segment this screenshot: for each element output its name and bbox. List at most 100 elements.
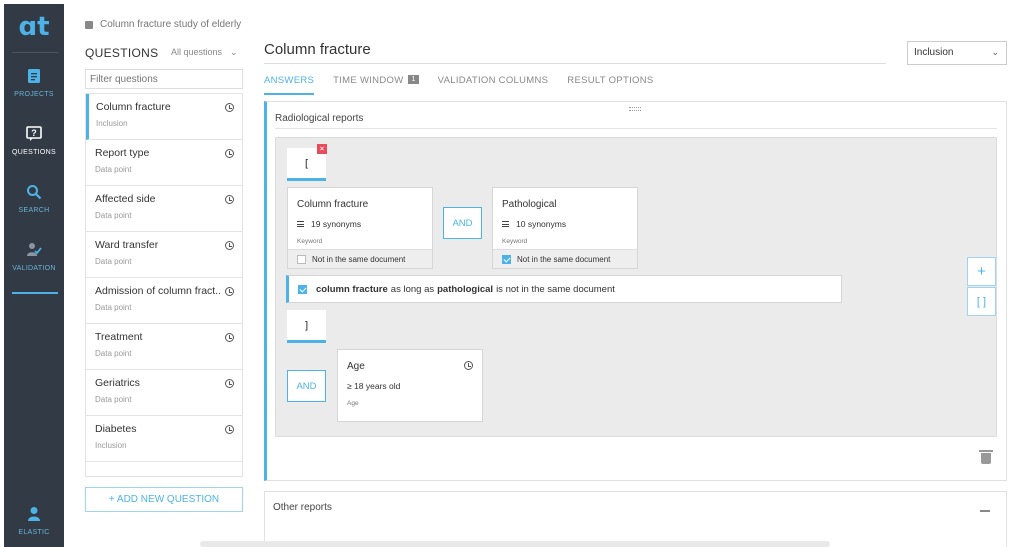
summary-term: column fracture xyxy=(316,283,388,295)
tab-validation-columns[interactable]: VALIDATION COLUMNS xyxy=(438,75,549,93)
question-item[interactable]: Geriatrics Data point xyxy=(86,370,242,416)
document-icon xyxy=(28,69,40,83)
synonyms-link[interactable]: 19 synonyms xyxy=(297,219,361,229)
question-icon: ? xyxy=(26,126,42,141)
count-badge: 1 xyxy=(408,75,419,84)
keyword-card-column-fracture[interactable]: Column fracture 19 synonyms Keyword Not … xyxy=(287,187,433,269)
summary-text: is not in the same document xyxy=(496,283,615,295)
question-item[interactable]: Report type Data point xyxy=(86,140,242,186)
question-item[interactable]: Diabetes Inclusion xyxy=(86,416,242,462)
bracket-symbol: [ xyxy=(303,156,310,170)
synonyms-link[interactable]: 10 synonyms xyxy=(502,219,566,229)
nav-item-label: VALIDATION xyxy=(12,265,56,272)
card-kind: Keyword xyxy=(297,238,323,245)
question-item[interactable]: Admission of column fract... Data point xyxy=(86,278,242,324)
nav-item-label: ELASTIC xyxy=(18,529,50,536)
questions-filter-value: All questions xyxy=(171,47,223,57)
add-condition-button[interactable]: + xyxy=(967,257,996,286)
nav-divider-accent xyxy=(12,292,58,294)
user-icon xyxy=(28,507,40,521)
question-title: Column fracture xyxy=(96,101,171,113)
nav-item-label: QUESTIONS xyxy=(12,149,56,156)
question-subtitle: Data point xyxy=(95,303,132,312)
keyword-card-pathological[interactable]: Pathological 10 synonyms Keyword Not in … xyxy=(492,187,638,269)
chevron-down-icon: ⌄ xyxy=(230,47,238,57)
tab-result-options[interactable]: RESULT OPTIONS xyxy=(567,75,653,93)
question-title: Report type xyxy=(95,147,150,159)
question-title: Ward transfer xyxy=(95,239,159,251)
card-title: Column fracture xyxy=(297,199,369,210)
app-logo[interactable]: ɑt xyxy=(4,12,64,42)
and-operator-button[interactable]: AND xyxy=(443,207,482,239)
questions-filter-select[interactable]: All questions ⌄ xyxy=(171,47,238,58)
age-card[interactable]: Age ≥ 18 years old Age xyxy=(337,349,483,422)
answer-panel: Radiological reports [ × Column fracture… xyxy=(264,101,1007,481)
question-item[interactable]: Column fracture Inclusion xyxy=(86,94,242,140)
card-title: Pathological xyxy=(502,199,557,210)
nav-item-user[interactable]: ELASTIC xyxy=(4,505,64,547)
question-title: Geriatrics xyxy=(95,377,140,389)
clock-icon xyxy=(225,379,234,388)
clock-icon xyxy=(225,103,234,112)
checkbox-checked[interactable] xyxy=(502,254,511,264)
question-subtitle: Data point xyxy=(95,257,132,266)
sidebar-nav: ɑt PROJECTS ? QUESTIONS SEARCH VALIDATIO… xyxy=(4,4,64,547)
study-title: Column fracture study of elderly xyxy=(100,19,242,30)
nav-item-projects[interactable]: PROJECTS xyxy=(4,67,64,117)
question-title: Treatment xyxy=(95,331,143,343)
chevron-down-icon: ⌄ xyxy=(991,47,999,57)
question-subtitle: Data point xyxy=(95,395,132,404)
card-kind: Age xyxy=(347,400,359,407)
clock-icon xyxy=(464,361,473,370)
add-bracket-button[interactable]: [ ] xyxy=(967,287,996,316)
clock-icon xyxy=(225,241,234,250)
nav-item-search[interactable]: SEARCH xyxy=(4,183,64,233)
card-kind: Keyword xyxy=(502,238,528,245)
question-item[interactable]: Ward transfer Data point xyxy=(86,232,242,278)
filter-questions-input[interactable] xyxy=(85,69,243,89)
clock-icon xyxy=(225,149,234,158)
close-bracket-block[interactable]: ] xyxy=(287,310,326,343)
not-same-document-toggle[interactable]: Not in the same document xyxy=(288,249,432,268)
questions-list: Column fracture Inclusion Report type Da… xyxy=(85,93,243,477)
panel-divider xyxy=(275,128,997,129)
question-subtitle: Data point xyxy=(95,349,132,358)
question-subtitle: Inclusion xyxy=(96,119,128,128)
scroll-shadow xyxy=(200,541,830,547)
study-breadcrumb[interactable]: Column fracture study of elderly xyxy=(85,19,241,30)
add-new-question-button[interactable]: + ADD NEW QUESTION xyxy=(85,487,243,512)
question-title: Admission of column fract... xyxy=(95,285,220,297)
drag-handle-icon[interactable] xyxy=(629,107,641,111)
age-value: ≥ 18 years old xyxy=(347,381,401,391)
card-title: Age xyxy=(347,361,365,372)
close-icon[interactable]: × xyxy=(317,144,327,154)
nav-item-questions[interactable]: ? QUESTIONS xyxy=(4,125,64,175)
clock-icon xyxy=(225,425,234,434)
page-title: Column fracture xyxy=(264,41,371,58)
title-divider xyxy=(264,63,886,64)
open-bracket-block[interactable]: [ × xyxy=(287,144,327,181)
not-same-document-toggle[interactable]: Not in the same document xyxy=(493,249,637,268)
condition-summary[interactable]: column fracture as long as pathological … xyxy=(286,275,842,303)
checkbox-checked[interactable] xyxy=(298,284,307,294)
questions-heading: QUESTIONS xyxy=(85,46,159,60)
trash-icon[interactable] xyxy=(979,450,993,464)
question-item[interactable]: Treatment Data point xyxy=(86,324,242,370)
tab-time-window[interactable]: TIME WINDOW 1 xyxy=(333,75,419,93)
summary-term: pathological xyxy=(437,283,494,295)
collapse-icon[interactable] xyxy=(980,510,990,512)
panel-title: Radiological reports xyxy=(275,113,364,124)
question-title: Affected side xyxy=(95,193,156,205)
question-subtitle: Data point xyxy=(95,165,132,174)
toggle-label: Not in the same document xyxy=(517,254,611,264)
question-item[interactable]: Affected side Data point xyxy=(86,186,242,232)
nav-item-validation[interactable]: VALIDATION xyxy=(4,241,64,291)
question-subtitle: Inclusion xyxy=(95,441,127,450)
question-type-select[interactable]: Inclusion ⌄ xyxy=(907,41,1007,65)
checkbox[interactable] xyxy=(297,254,306,264)
and-operator-button[interactable]: AND xyxy=(287,370,326,402)
answer-panel-other: Other reports xyxy=(264,491,1007,547)
nav-item-label: SEARCH xyxy=(18,207,50,214)
toggle-label: Not in the same document xyxy=(312,254,406,264)
tab-answers[interactable]: ANSWERS xyxy=(264,75,315,95)
